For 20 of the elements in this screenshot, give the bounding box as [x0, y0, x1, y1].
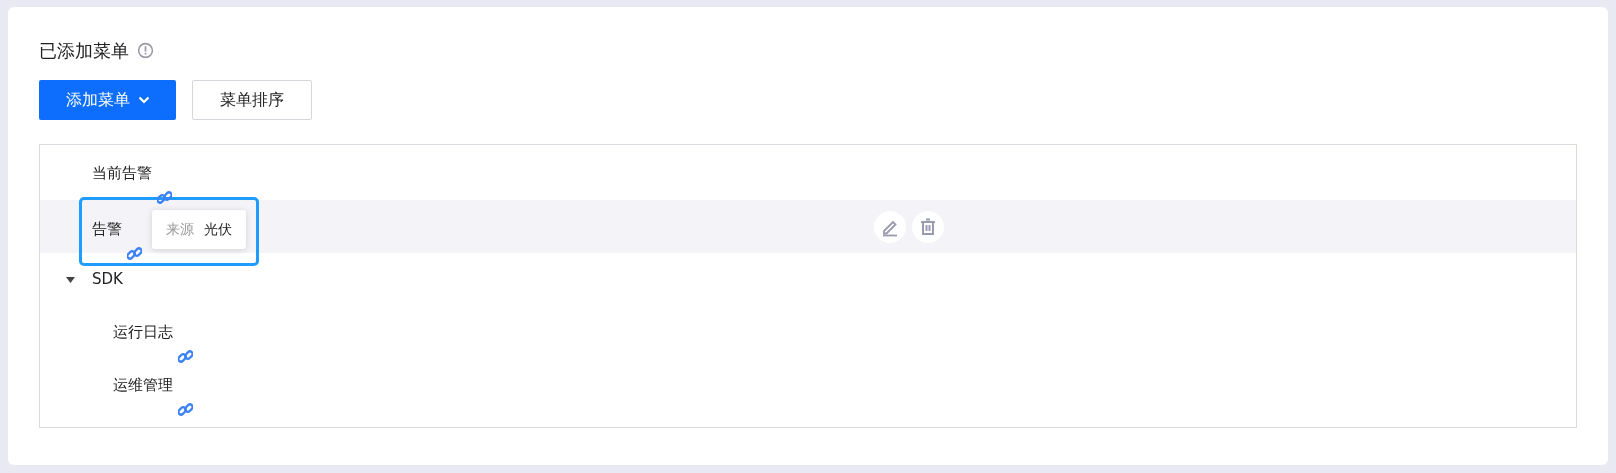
add-menu-button[interactable]: 添加菜单 [39, 80, 176, 120]
delete-button[interactable] [912, 210, 944, 243]
trash-icon [918, 216, 938, 237]
link-icon [178, 401, 193, 417]
source-value: 光伏 [204, 220, 232, 239]
link-icon [127, 245, 142, 261]
sort-menu-button[interactable]: 菜单排序 [192, 80, 312, 120]
link-icon [157, 189, 172, 205]
menu-item-label[interactable]: 告警 [92, 220, 122, 239]
source-label: 来源 [166, 220, 194, 239]
info-icon [137, 42, 154, 59]
caret-icon[interactable] [66, 276, 75, 283]
menu-item-label[interactable]: 运行日志 [113, 323, 173, 342]
menu-item-label[interactable]: SDK [92, 270, 123, 289]
chevron-down-icon [137, 96, 150, 104]
section-title: 已添加菜单 [39, 39, 129, 63]
menu-item-label[interactable]: 当前告警 [92, 164, 152, 183]
menu-item-label[interactable]: 运维管理 [113, 376, 173, 395]
edit-button[interactable] [874, 210, 906, 243]
link-icon [178, 348, 193, 364]
